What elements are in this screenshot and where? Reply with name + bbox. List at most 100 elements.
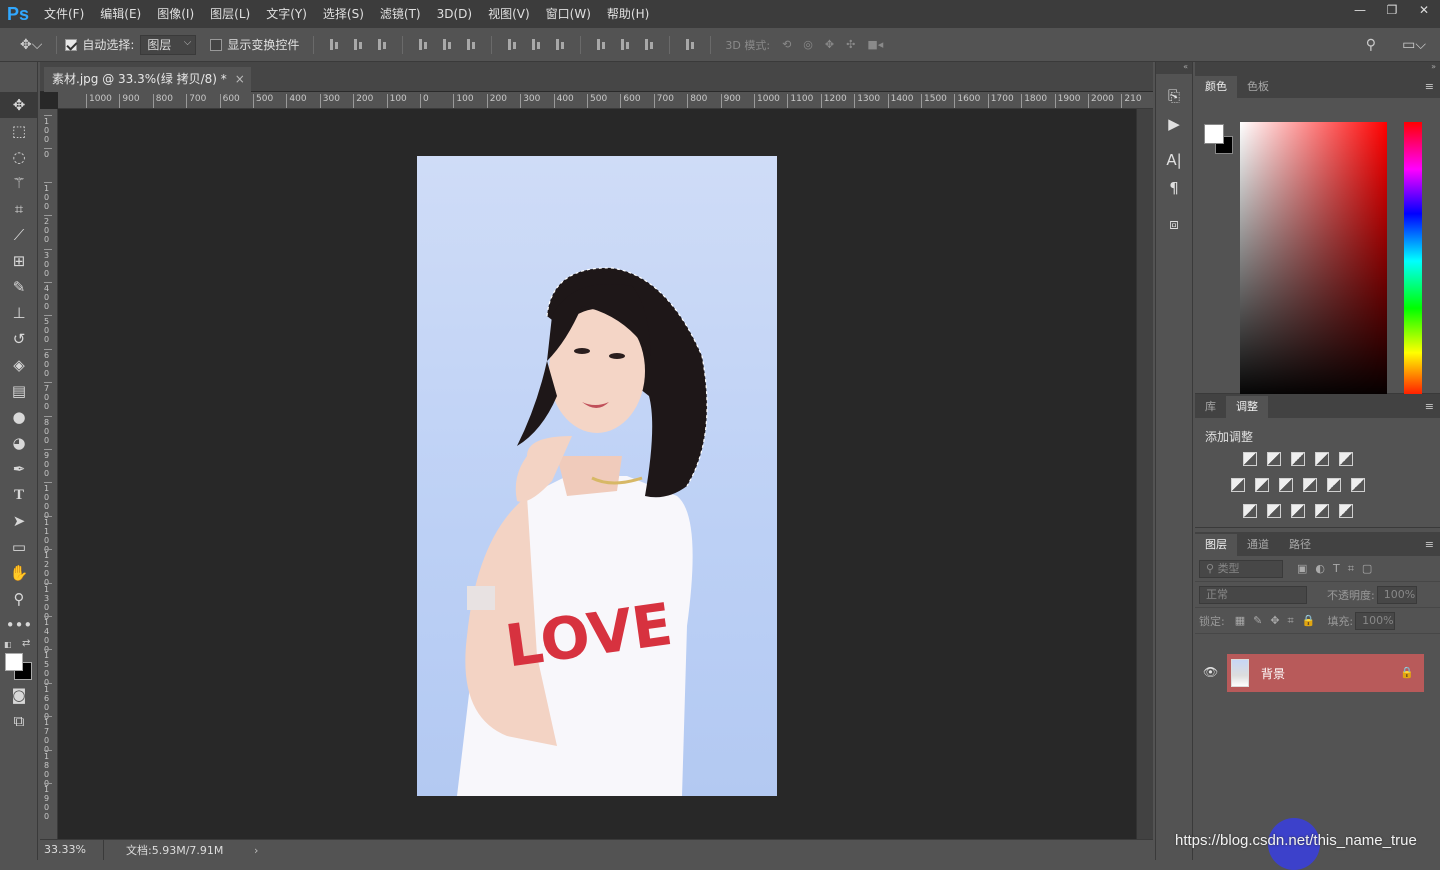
menu-help[interactable]: 帮助(H) — [599, 0, 657, 28]
menu-3d[interactable]: 3D(D) — [429, 0, 480, 28]
blend-mode-dropdown[interactable]: 正常 — [1199, 585, 1307, 604]
eraser-tool-icon[interactable]: ◈ — [0, 352, 38, 378]
brush-tool-icon[interactable]: ✎ — [0, 274, 38, 300]
move-tool-preset-icon[interactable]: ✥⌵ — [20, 37, 42, 53]
tab-adjustments[interactable]: 调整 — [1226, 396, 1268, 418]
curves-icon[interactable] — [1291, 452, 1305, 466]
tab-channels[interactable]: 通道 — [1237, 534, 1279, 556]
hand-tool-icon[interactable]: ✋ — [0, 560, 38, 586]
more-tools-icon[interactable]: ••• — [0, 612, 38, 638]
menu-file[interactable]: 文件(F) — [36, 0, 92, 28]
black-white-icon[interactable] — [1279, 478, 1293, 492]
align-right-icon[interactable] — [465, 38, 477, 52]
show-transform-checkbox[interactable] — [210, 38, 223, 51]
vertical-scrollbar[interactable] — [1136, 109, 1153, 839]
auto-select-checkbox[interactable] — [65, 38, 78, 51]
opacity-input[interactable]: 100% — [1376, 585, 1417, 604]
hue-slider[interactable] — [1404, 122, 1422, 400]
saturation-brightness-picker[interactable] — [1240, 122, 1387, 400]
document-tab[interactable]: 素材.jpg @ 33.3%(绿 拷贝/8) * × — [44, 67, 251, 92]
align-top-icon[interactable] — [328, 38, 340, 52]
close-tab-icon[interactable]: × — [235, 67, 245, 91]
posterize-icon[interactable] — [1267, 504, 1281, 518]
magic-wand-tool-icon[interactable]: ⚚ — [0, 170, 38, 196]
character-panel-icon[interactable]: A| — [1156, 146, 1192, 174]
pen-tool-icon[interactable]: ✒ — [0, 456, 38, 482]
panel-menu-icon[interactable]: ≡ — [1425, 538, 1434, 551]
auto-select-dropdown[interactable]: 图层 — [140, 34, 197, 55]
hue-saturation-icon[interactable] — [1231, 478, 1245, 492]
tab-libraries[interactable]: 库 — [1195, 396, 1226, 418]
foreground-color-swatch[interactable] — [5, 653, 23, 671]
layer-filter-dropdown[interactable]: ⚲ 类型 — [1199, 559, 1283, 578]
vibrance-icon[interactable] — [1339, 452, 1353, 466]
workspace-icon[interactable]: ▭⌵ — [1402, 37, 1426, 53]
fill-input[interactable]: 100% — [1355, 611, 1396, 630]
lasso-tool-icon[interactable]: ◌ — [0, 144, 38, 170]
gradient-map-icon[interactable] — [1339, 504, 1353, 518]
tab-color[interactable]: 颜色 — [1195, 76, 1237, 98]
marquee-tool-icon[interactable]: ⬚ — [0, 118, 38, 144]
eyedropper-tool-icon[interactable]: ⟋ — [0, 222, 38, 248]
menu-layer[interactable]: 图层(L) — [202, 0, 258, 28]
gradient-tool-icon[interactable]: ▤ — [0, 378, 38, 404]
color-lookup-icon[interactable] — [1351, 478, 1365, 492]
history-brush-tool-icon[interactable]: ↺ — [0, 326, 38, 352]
dodge-tool-icon[interactable]: ◕ — [0, 430, 38, 456]
menu-select[interactable]: 选择(S) — [315, 0, 372, 28]
layer-row-background[interactable]: 背景 🔒 — [1227, 654, 1424, 692]
color-balance-icon[interactable] — [1255, 478, 1269, 492]
blur-tool-icon[interactable]: ● — [0, 404, 38, 430]
screen-mode-icon[interactable]: ⧉ — [0, 708, 38, 734]
panel-menu-icon[interactable]: ≡ — [1425, 80, 1434, 93]
invert-icon[interactable] — [1243, 504, 1257, 518]
align-left-icon[interactable] — [417, 38, 429, 52]
distribute-bottom-icon[interactable] — [554, 38, 566, 52]
align-bottom-icon[interactable] — [376, 38, 388, 52]
distribute-hcenter-icon[interactable] — [619, 38, 631, 52]
distribute-top-icon[interactable] — [506, 38, 518, 52]
align-hcenter-icon[interactable] — [441, 38, 453, 52]
menu-filter[interactable]: 滤镜(T) — [372, 0, 429, 28]
menu-edit[interactable]: 编辑(E) — [92, 0, 149, 28]
menu-window[interactable]: 窗口(W) — [538, 0, 599, 28]
quick-mask-icon[interactable]: ◙ — [0, 682, 38, 708]
3d-panel-icon[interactable]: ⧈ — [1156, 210, 1192, 238]
levels-icon[interactable] — [1267, 452, 1281, 466]
tab-paths[interactable]: 路径 — [1279, 534, 1321, 556]
menu-view[interactable]: 视图(V) — [480, 0, 538, 28]
align-vcenter-icon[interactable] — [352, 38, 364, 52]
collapse-right-dock-icon[interactable]: » — [1195, 62, 1440, 74]
selective-color-icon[interactable] — [1315, 504, 1329, 518]
exposure-icon[interactable] — [1315, 452, 1329, 466]
swap-colors-icon[interactable]: ⇄ — [22, 638, 30, 649]
default-colors-icon[interactable]: ◧ — [4, 640, 12, 649]
restore-button[interactable]: ❐ — [1376, 0, 1408, 22]
healing-brush-tool-icon[interactable]: ⊞ — [0, 248, 38, 274]
minimize-button[interactable]: — — [1344, 0, 1376, 22]
crop-tool-icon[interactable]: ⌗ — [0, 196, 38, 222]
move-tool-icon[interactable]: ✥ — [0, 92, 38, 118]
panel-menu-icon[interactable]: ≡ — [1425, 400, 1434, 413]
zoom-level[interactable]: 33.33% — [40, 840, 104, 860]
zoom-tool-icon[interactable]: ⚲ — [0, 586, 38, 612]
distribute-left-icon[interactable] — [595, 38, 607, 52]
path-selection-tool-icon[interactable]: ➤ — [0, 508, 38, 534]
channel-mixer-icon[interactable] — [1327, 478, 1341, 492]
document-canvas-image[interactable]: LOVE — [417, 156, 777, 796]
distribute-right-icon[interactable] — [643, 38, 655, 52]
tab-swatches[interactable]: 色板 — [1237, 76, 1279, 98]
tab-layers[interactable]: 图层 — [1195, 534, 1237, 556]
history-panel-icon[interactable]: ⎘ — [1156, 82, 1192, 110]
brightness-contrast-icon[interactable] — [1243, 452, 1257, 466]
eye-icon[interactable]: 👁 — [1203, 665, 1218, 679]
distribute-vcenter-icon[interactable] — [530, 38, 542, 52]
paragraph-panel-icon[interactable]: ¶ — [1156, 174, 1192, 202]
lock-options-icons[interactable]: ▦✎✥⌗🔒 — [1235, 614, 1324, 628]
auto-align-icon[interactable] — [684, 38, 696, 52]
filter-type-icons[interactable]: ▣◐T⌗▢ — [1297, 562, 1380, 576]
collapse-dock-icon[interactable]: « — [1156, 62, 1192, 74]
threshold-icon[interactable] — [1291, 504, 1305, 518]
menu-image[interactable]: 图像(I) — [149, 0, 202, 28]
type-tool-icon[interactable]: T — [0, 482, 38, 508]
